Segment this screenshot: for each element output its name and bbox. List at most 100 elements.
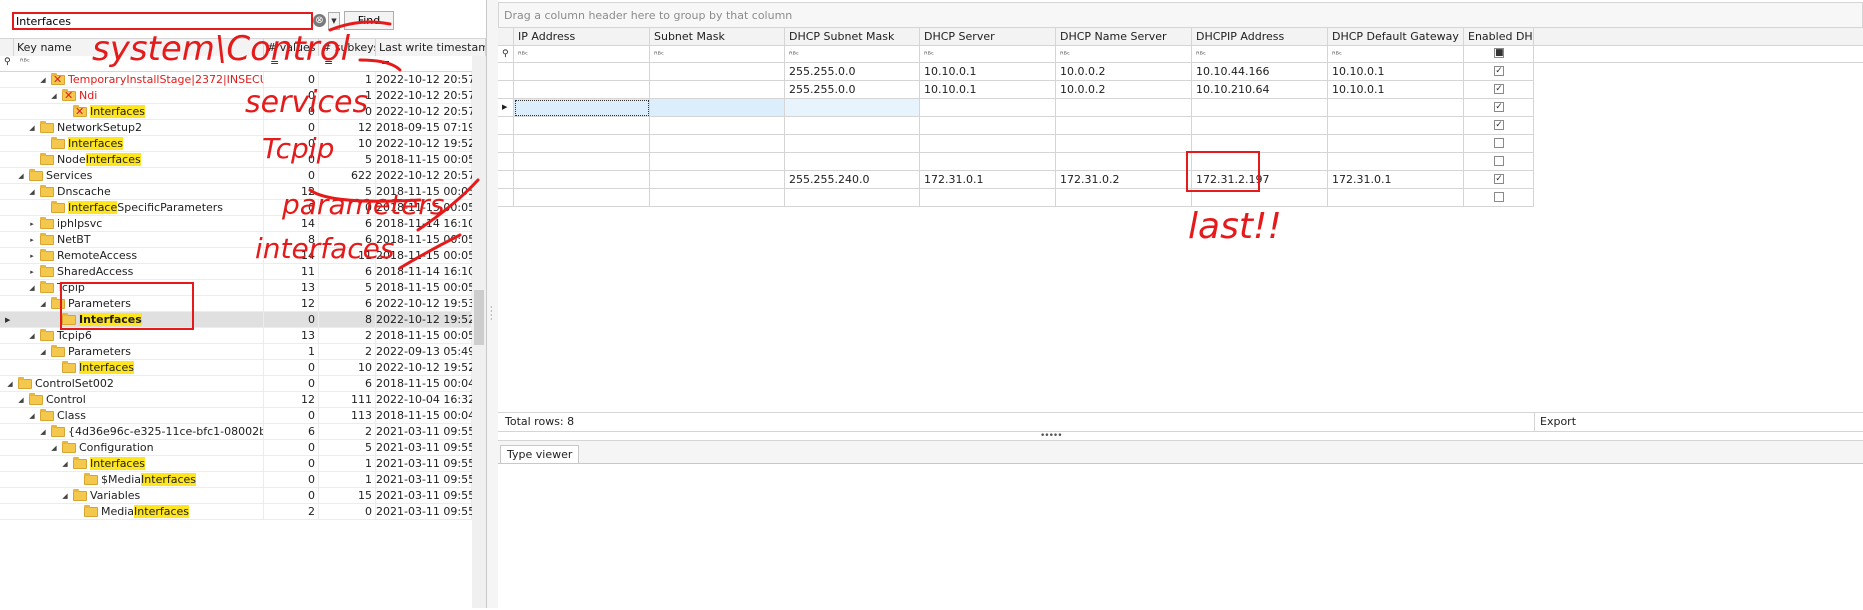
- grid-col-ip-address[interactable]: IP Address: [514, 28, 650, 45]
- tree-row-key-name[interactable]: NodeInterfaces: [0, 152, 264, 168]
- grid-col-dhcp-subnet-mask[interactable]: DHCP Subnet Mask: [785, 28, 920, 45]
- col-last-write[interactable]: Last write timestamp: [376, 39, 486, 56]
- grid-cell-ip-address[interactable]: [514, 189, 650, 207]
- collapse-icon[interactable]: ◢: [28, 120, 36, 135]
- filter-last-write[interactable]: =: [381, 56, 390, 69]
- tree-row[interactable]: ◢ ✕ Ndi 0 1 2022-10-12 20:57:27: [0, 88, 486, 104]
- tree-row[interactable]: ✕ Interfaces 0 0 2022-10-12 20:57:27: [0, 104, 486, 120]
- tree-row[interactable]: ▸ NetBT 8 6 2018-11-15 00:05:36: [0, 232, 486, 248]
- tree-row[interactable]: $MediaInterfaces 0 1 2021-03-11 09:55:38: [0, 472, 486, 488]
- grid-col-subnet-mask[interactable]: Subnet Mask: [650, 28, 785, 45]
- grid-col-dhcp-server[interactable]: DHCP Server: [920, 28, 1056, 45]
- grid-cell-dhcp-default-gateway[interactable]: [1328, 99, 1464, 117]
- tree-row-key-name[interactable]: ◢ Class: [0, 408, 264, 424]
- tree-row[interactable]: ◢ Class 0 113 2018-11-15 00:04:04: [0, 408, 486, 424]
- grid-cell-dhcp-default-gateway[interactable]: 10.10.0.1: [1328, 81, 1464, 99]
- tree-row-key-name[interactable]: ◢ Variables: [0, 488, 264, 504]
- tree-row-key-name[interactable]: MediaInterfaces: [0, 504, 264, 520]
- grid-cell-dhcp-name-server[interactable]: 10.0.0.2: [1056, 81, 1192, 99]
- grid-cell-dhcp-default-gateway[interactable]: 10.10.0.1: [1328, 63, 1464, 81]
- grid-cell-dhcp-server[interactable]: 10.10.0.1: [920, 81, 1056, 99]
- unchecked-checkbox[interactable]: [1494, 138, 1504, 148]
- clear-search-icon[interactable]: ⊗: [313, 14, 326, 27]
- grid-col-dhcpip-address[interactable]: DHCPIP Address: [1192, 28, 1328, 45]
- grid-cell-dhcp-subnet-mask[interactable]: 255.255.0.0: [785, 81, 920, 99]
- grid-cell-dhcp-default-gateway[interactable]: [1328, 189, 1464, 207]
- tree-row-key-name[interactable]: InterfaceSpecificParameters: [0, 200, 264, 216]
- col-key-name[interactable]: Key name: [14, 39, 264, 56]
- tree-row[interactable]: ◢ Control 12 111 2022-10-04 16:32:22: [0, 392, 486, 408]
- expand-icon[interactable]: ▸: [28, 248, 36, 263]
- tree-row-key-name[interactable]: ▸ NetBT: [0, 232, 264, 248]
- grid-cell-dhcp-default-gateway[interactable]: [1328, 117, 1464, 135]
- tree-row-key-name[interactable]: ✕ Interfaces: [0, 104, 264, 120]
- grid-cell-ip-address[interactable]: [514, 153, 650, 171]
- tree-row[interactable]: ◢ ControlSet002 0 6 2018-11-15 00:04:07: [0, 376, 486, 392]
- filter-subkeys[interactable]: =: [324, 56, 333, 69]
- grid-cell-dhcpip-address[interactable]: 10.10.210.64: [1192, 81, 1328, 99]
- tree-row[interactable]: Interfaces 0 8 2022-10-12 19:52:36: [0, 312, 486, 328]
- expand-icon[interactable]: ▸: [28, 232, 36, 247]
- tree-row-key-name[interactable]: ◢ Tcpip: [0, 280, 264, 296]
- tree-row[interactable]: ◢ Configuration 0 5 2021-03-11 09:55:38: [0, 440, 486, 456]
- tree-row-key-name[interactable]: ◢ Parameters: [0, 296, 264, 312]
- find-button[interactable]: Find: [344, 11, 394, 30]
- tree-row-key-name[interactable]: Interfaces: [0, 360, 264, 376]
- search-history-dropdown[interactable]: ▼: [328, 12, 340, 30]
- checked-checkbox[interactable]: ✓: [1494, 66, 1504, 76]
- grid-filter-cell[interactable]: ■: [1464, 46, 1534, 62]
- tree-row-key-name[interactable]: ◢ Dnscache: [0, 184, 264, 200]
- tree-scrollbar-thumb[interactable]: [474, 290, 484, 345]
- grid-cell-dhcp-subnet-mask[interactable]: 255.255.240.0: [785, 171, 920, 189]
- grid-cell-dhcp-subnet-mask[interactable]: [785, 189, 920, 207]
- tree-row[interactable]: ◢ Tcpip 13 5 2018-11-15 00:05:36: [0, 280, 486, 296]
- grid-filter-cell[interactable]: ᴿᴮᶜ: [1056, 46, 1192, 62]
- export-button[interactable]: Export: [1534, 413, 1576, 431]
- grid-row[interactable]: ✓: [498, 117, 1863, 135]
- collapse-icon[interactable]: ◢: [61, 456, 69, 471]
- collapse-icon[interactable]: ◢: [28, 408, 36, 423]
- tree-row-key-name[interactable]: ◢ Services: [0, 168, 264, 184]
- grid-filter-cell[interactable]: ᴿᴮᶜ: [1192, 46, 1328, 62]
- tree-row-key-name[interactable]: ◢ Tcpip6: [0, 328, 264, 344]
- tree-row[interactable]: MediaInterfaces 2 0 2021-03-11 09:55:38: [0, 504, 486, 520]
- grid-cell-dhcpip-address[interactable]: [1192, 135, 1328, 153]
- collapse-icon[interactable]: ◢: [28, 280, 36, 295]
- grid-cell-dhcp-server[interactable]: [920, 153, 1056, 171]
- grid-row[interactable]: 255.255.240.0 172.31.0.1 172.31.0.2 172.31.…: [498, 171, 1863, 189]
- unchecked-checkbox[interactable]: [1494, 156, 1504, 166]
- tree-row-key-name[interactable]: ◢ ✕ TemporaryInstallStage|2372|INSECU...: [0, 72, 264, 88]
- grid-filter-cell[interactable]: ᴿᴮᶜ: [650, 46, 785, 62]
- grid-row[interactable]: 255.255.0.0 10.10.0.1 10.0.0.2 10.10.44.166…: [498, 63, 1863, 81]
- tree-row-key-name[interactable]: ◢ ✕ Ndi: [0, 88, 264, 104]
- tree-row-key-name[interactable]: Interfaces: [0, 312, 264, 328]
- checked-checkbox[interactable]: ✓: [1494, 102, 1504, 112]
- grid-cell-dhcpip-address[interactable]: [1192, 153, 1328, 171]
- grid-cell-dhcp-subnet-mask[interactable]: [785, 117, 920, 135]
- collapse-icon[interactable]: ◢: [50, 440, 58, 455]
- grid-row[interactable]: [498, 135, 1863, 153]
- tab-type-viewer[interactable]: Type viewer: [500, 445, 580, 464]
- grid-cell-subnet-mask[interactable]: [650, 153, 785, 171]
- grid-col-enabled-dhcp[interactable]: Enabled DHCP: [1464, 28, 1534, 45]
- tree-row[interactable]: ◢ Parameters 1 2 2022-09-13 05:49:50: [0, 344, 486, 360]
- tree-row[interactable]: ◢ {4d36e96c-e325-11ce-bfc1-08002be... 6 2 20…: [0, 424, 486, 440]
- grid-cell-dhcp-default-gateway[interactable]: [1328, 153, 1464, 171]
- search-input[interactable]: [12, 12, 313, 30]
- collapse-icon[interactable]: ◢: [39, 344, 47, 359]
- tree-row-key-name[interactable]: ◢ ControlSet002: [0, 376, 264, 392]
- grid-cell-dhcp-server[interactable]: [920, 135, 1056, 153]
- tree-row[interactable]: ▸ iphlpsvc 14 6 2018-11-14 16:10:19: [0, 216, 486, 232]
- grid-cell-ip-address[interactable]: [514, 63, 650, 81]
- tree-row[interactable]: ◢ Tcpip6 13 2 2018-11-15 00:05:36: [0, 328, 486, 344]
- grid-cell-subnet-mask[interactable]: [650, 117, 785, 135]
- grid-cell-dhcp-default-gateway[interactable]: 172.31.0.1: [1328, 171, 1464, 189]
- grid-cell-dhcpip-address[interactable]: 10.10.44.166: [1192, 63, 1328, 81]
- grid-cell-subnet-mask[interactable]: [650, 135, 785, 153]
- grid-cell-dhcp-name-server[interactable]: 10.0.0.2: [1056, 63, 1192, 81]
- grid-cell-subnet-mask[interactable]: [650, 99, 785, 117]
- tree-row-key-name[interactable]: Interfaces: [0, 136, 264, 152]
- collapse-icon[interactable]: ◢: [39, 424, 47, 439]
- tree-row[interactable]: ◢ Services 0 622 2022-10-12 20:57:27: [0, 168, 486, 184]
- tree-row[interactable]: ▸ SharedAccess 11 6 2018-11-14 16:10:42: [0, 264, 486, 280]
